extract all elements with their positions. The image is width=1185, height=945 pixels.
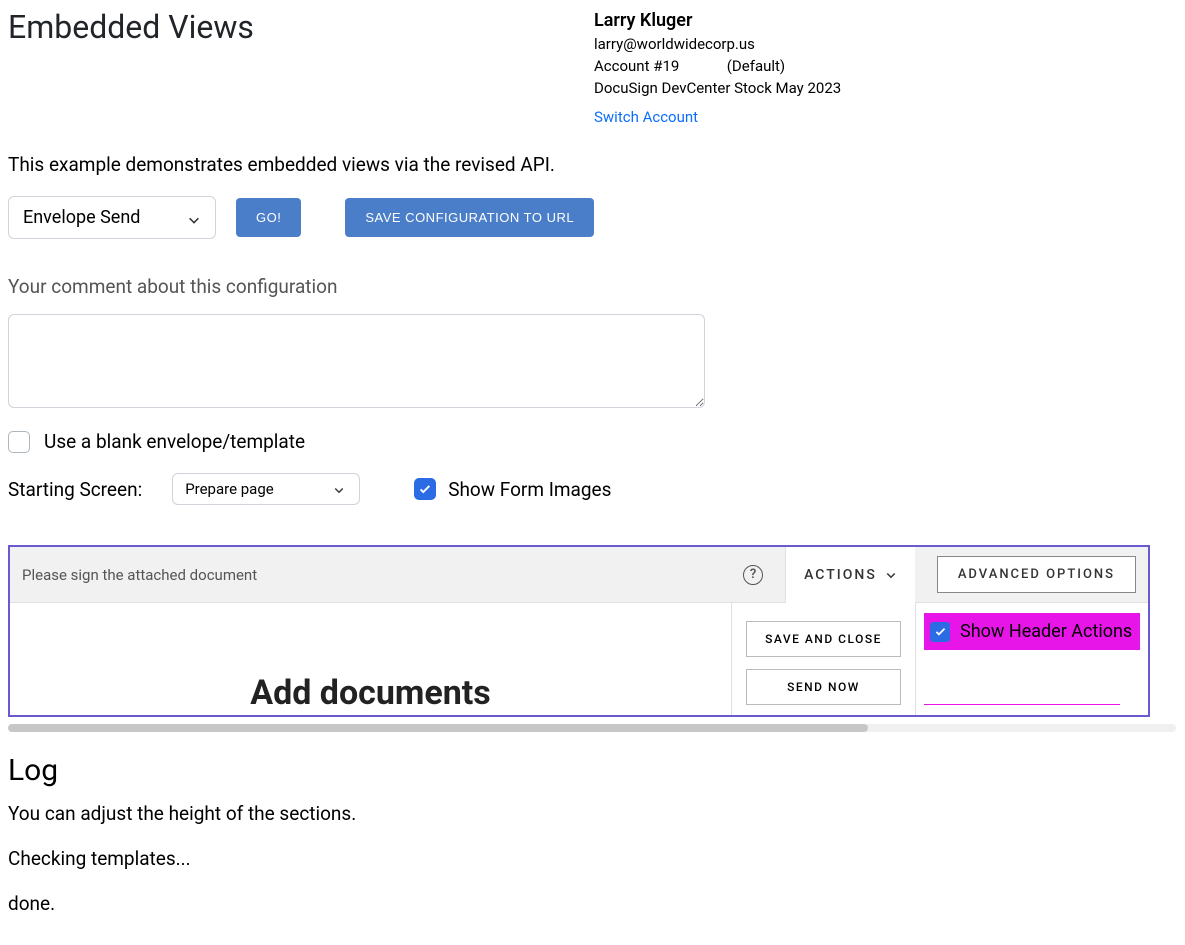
preview-subject: Please sign the attached document [22,566,743,584]
account-block: Larry Kluger larry@worldwidecorp.us Acco… [594,8,841,129]
preview-options-column: Show Header Actions [916,603,1148,715]
account-default: (Default) [727,57,785,75]
add-documents-heading: Add documents [250,673,491,713]
show-form-images-label: Show Form Images [448,478,611,501]
title-area: Embedded Views [8,8,594,54]
send-now-button[interactable]: SEND NOW [746,669,901,705]
save-and-close-button[interactable]: SAVE AND CLOSE [746,621,901,657]
switch-account-link[interactable]: Switch Account [594,107,698,129]
intro-text: This example demonstrates embedded views… [8,153,1177,176]
scrollbar-thumb[interactable] [8,724,868,732]
chevron-down-icon [187,211,201,225]
view-type-select[interactable]: Envelope Send [8,196,216,239]
show-form-images-checkbox[interactable] [414,478,436,500]
starting-screen-label: Starting Screen: [8,478,142,501]
log-heading: Log [8,753,1177,788]
chevron-down-icon [885,569,897,581]
account-org: DocuSign DevCenter Stock May 2023 [594,78,841,100]
header-row: Embedded Views Larry Kluger larry@worldw… [8,8,1177,129]
action-row: Envelope Send GO! SAVE CONFIGURATION TO … [8,196,1177,239]
account-number: Account #19 [594,57,679,75]
log-line: You can adjust the height of the section… [8,802,1177,825]
horizontal-scrollbar[interactable] [8,721,1176,735]
starting-screen-select[interactable]: Prepare page [172,473,360,505]
option-highlight-bar [924,704,1120,705]
embedded-preview-panel: Please sign the attached document ? ACTI… [8,545,1150,717]
starting-screen-value: Prepare page [185,480,274,498]
chevron-down-icon [333,482,347,496]
actions-label: ACTIONS [804,567,877,583]
preview-document-area: Add documents [10,603,732,715]
show-header-actions-checkbox[interactable] [930,622,950,642]
log-line: Checking templates... [8,847,1177,870]
preview-action-column: SAVE AND CLOSE SEND NOW [732,603,916,715]
comment-textarea[interactable] [8,314,705,408]
show-form-images-row: Show Form Images [414,478,611,501]
comment-label: Your comment about this configuration [8,275,1177,298]
blank-envelope-checkbox[interactable] [8,431,30,453]
account-name: Larry Kluger [594,8,841,34]
blank-envelope-label: Use a blank envelope/template [44,430,305,453]
view-type-value: Envelope Send [23,207,140,228]
save-configuration-button[interactable]: SAVE CONFIGURATION TO URL [345,198,594,237]
blank-envelope-row: Use a blank envelope/template [8,430,1177,453]
account-number-row: Account #19 (Default) [594,56,841,78]
starting-screen-row: Starting Screen: Prepare page Show Form … [8,473,1177,505]
show-header-actions-row: Show Header Actions [924,613,1140,650]
show-header-actions-label: Show Header Actions [960,621,1132,642]
log-line: done. [8,892,1177,915]
preview-body: Add documents SAVE AND CLOSE SEND NOW Sh… [10,603,1148,715]
advanced-options-button[interactable]: ADVANCED OPTIONS [937,556,1136,593]
go-button[interactable]: GO! [236,198,301,237]
help-icon[interactable]: ? [743,565,763,585]
account-email: larry@worldwidecorp.us [594,34,841,56]
actions-dropdown[interactable]: ACTIONS [785,547,915,603]
preview-topbar: Please sign the attached document ? ACTI… [10,547,1148,603]
page-title: Embedded Views [8,8,594,46]
